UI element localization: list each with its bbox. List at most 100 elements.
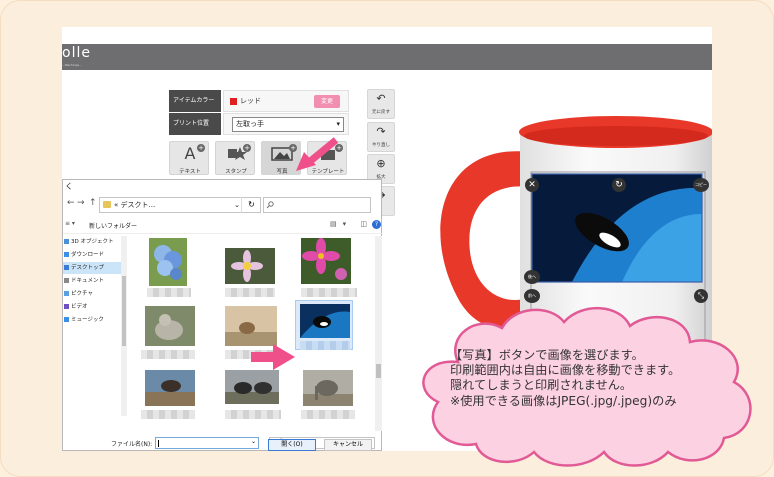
open-button[interactable]: 開く(O) (268, 439, 316, 451)
search-icon (266, 201, 274, 209)
site-header: olle ...Machines... (62, 44, 712, 70)
tree-item-label: ダウンロード (71, 252, 105, 258)
path-box[interactable]: « デスクト... ⌄ (99, 197, 261, 213)
flower-image (225, 248, 275, 284)
refresh-icon[interactable]: ↻ (241, 197, 261, 213)
chevron-down-icon: ▾ (336, 120, 340, 128)
file-grid-scroll-thumb[interactable] (376, 364, 381, 378)
help-icon[interactable]: ? (372, 220, 381, 229)
desktop-icon (64, 265, 69, 270)
cube-icon (64, 239, 69, 244)
chevron-down-icon: ⌄ (234, 201, 240, 209)
change-color-button[interactable]: 変更 (314, 95, 340, 108)
tree-scrollbar[interactable] (121, 236, 127, 416)
tree-item-label: デスクトップ (71, 265, 105, 271)
file-caption (225, 410, 281, 419)
download-icon (64, 252, 69, 257)
item-color-body: レッド 変更 (223, 90, 349, 112)
tree-item-pictures[interactable]: ピクチャ (63, 288, 123, 300)
wolf-image (145, 306, 195, 346)
tree-item-videos[interactable]: ビデオ (63, 301, 123, 313)
undo-button[interactable]: ↶ 元に戻す (367, 89, 395, 119)
music-icon (64, 317, 69, 322)
file-thumbnail[interactable] (221, 364, 283, 426)
callout-line-1: 【写真】ボタンで画像を選びます。 (450, 348, 644, 362)
elephant-image (303, 370, 353, 406)
document-icon (64, 278, 69, 283)
file-thumbnail[interactable] (137, 236, 199, 298)
dialog-toolbar: ≡ ▾ 新しいフォルダー ▤▾ ◫ ? (63, 218, 383, 234)
tree-item-label: ビデオ (71, 304, 88, 310)
item-color-row: アイテムカラー レッド 変更 (169, 90, 349, 112)
tree-item-desktop[interactable]: デスクトップ (63, 262, 123, 274)
pink-arrow-icon (296, 137, 339, 171)
hydrangea-image (149, 238, 187, 286)
zoom-in-icon: ⊕ (376, 157, 386, 170)
file-caption (147, 288, 191, 297)
file-thumbnail[interactable] (299, 236, 361, 298)
stamp-tool-label: スタンプ (225, 169, 247, 175)
text-tool-label: テキスト (179, 169, 201, 175)
file-thumbnail-selected[interactable] (295, 300, 353, 350)
stamp-tool-button[interactable]: + スタンプ (215, 141, 255, 175)
file-thumbnail[interactable] (299, 364, 361, 426)
send-back-handle[interactable]: 後へ (524, 270, 540, 284)
new-folder-button[interactable]: 新しいフォルダー (89, 221, 137, 230)
folder-tree: 3D オブジェクト ダウンロード デスクトップ ドキュメント ピクチャ ビデオ … (63, 236, 123, 416)
file-grid-scrollbar[interactable] (375, 236, 382, 431)
file-open-dialog: く ← → ↑ « デスクト... ⌄ ↻ ≡ ▾ 新しいフォルダー ▤▾ ◫ … (62, 179, 383, 451)
tree-item-label: ドキュメント (71, 278, 105, 284)
copy-handle[interactable]: コピー (693, 178, 709, 192)
callout-line-3: 隠れてしまうと印刷されません。 (450, 378, 633, 393)
path-text: « デスクト... (114, 201, 156, 209)
chevron-down-icon: ⌄ (250, 438, 256, 445)
print-position-select[interactable]: 左取っ手 ▾ (232, 117, 344, 132)
tree-item-downloads[interactable]: ダウンロード (63, 249, 123, 261)
print-position-row: プリント位置 左取っ手 ▾ (169, 113, 349, 135)
plus-icon: + (197, 144, 205, 152)
undo-label: 元に戻す (372, 110, 390, 115)
file-name-label: ファイル名(N): (111, 441, 153, 448)
redo-button[interactable]: ↷ やり直し (367, 122, 395, 152)
site-logo: olle (62, 45, 91, 61)
callout-line-4: ※使用できる画像はJPEG(.jpg/.jpeg)のみ (450, 393, 677, 408)
file-name-input[interactable]: ⌄ (155, 437, 259, 449)
organize-dropdown-icon[interactable]: ≡ ▾ (65, 220, 75, 227)
video-icon (64, 304, 69, 309)
text-tool-button[interactable]: A + テキスト (169, 141, 209, 175)
search-input[interactable] (263, 197, 371, 213)
tree-item-label: ミュージック (71, 317, 104, 323)
tree-item-label: ピクチャ (71, 291, 93, 297)
redo-label: やり直し (372, 143, 390, 148)
tree-scroll-thumb[interactable] (122, 276, 126, 346)
folder-icon (103, 201, 111, 208)
plus-icon: + (243, 144, 251, 152)
deer-image (225, 306, 277, 346)
rotate-handle[interactable]: ↻ (612, 178, 626, 192)
text-caret (158, 440, 159, 447)
cancel-button[interactable]: キャンセル (324, 439, 372, 451)
callout-text: 【写真】ボタンで画像を選びます。 印刷範囲内は自由に画像を移動できます。 隠れて… (450, 348, 750, 409)
file-caption (225, 288, 275, 297)
item-color-label: アイテムカラー (169, 90, 221, 112)
file-grid (129, 236, 373, 426)
dialog-nav-bar: ← → ↑ « デスクト... ⌄ ↻ (63, 194, 383, 216)
tree-item-documents[interactable]: ドキュメント (63, 275, 123, 287)
orca-image (300, 304, 350, 338)
file-thumbnail[interactable] (137, 302, 199, 364)
back-icon[interactable]: ← (67, 198, 75, 208)
print-position-label: プリント位置 (169, 113, 221, 135)
forward-icon[interactable]: → (77, 198, 85, 208)
file-caption (301, 288, 357, 297)
up-icon[interactable]: ↑ (89, 198, 97, 208)
undo-icon: ↶ (376, 92, 386, 105)
file-thumbnail[interactable] (137, 364, 199, 426)
pink-arrow-icon (251, 344, 295, 370)
view-options-icon[interactable]: ▤▾ ◫ (330, 220, 373, 228)
file-caption (141, 350, 195, 359)
delete-handle[interactable]: ✕ (525, 178, 539, 192)
redo-icon: ↷ (376, 125, 386, 138)
tree-item-3d-objects[interactable]: 3D オブジェクト (63, 236, 123, 248)
file-thumbnail[interactable] (221, 236, 283, 298)
tree-item-music[interactable]: ミュージック (63, 314, 123, 326)
